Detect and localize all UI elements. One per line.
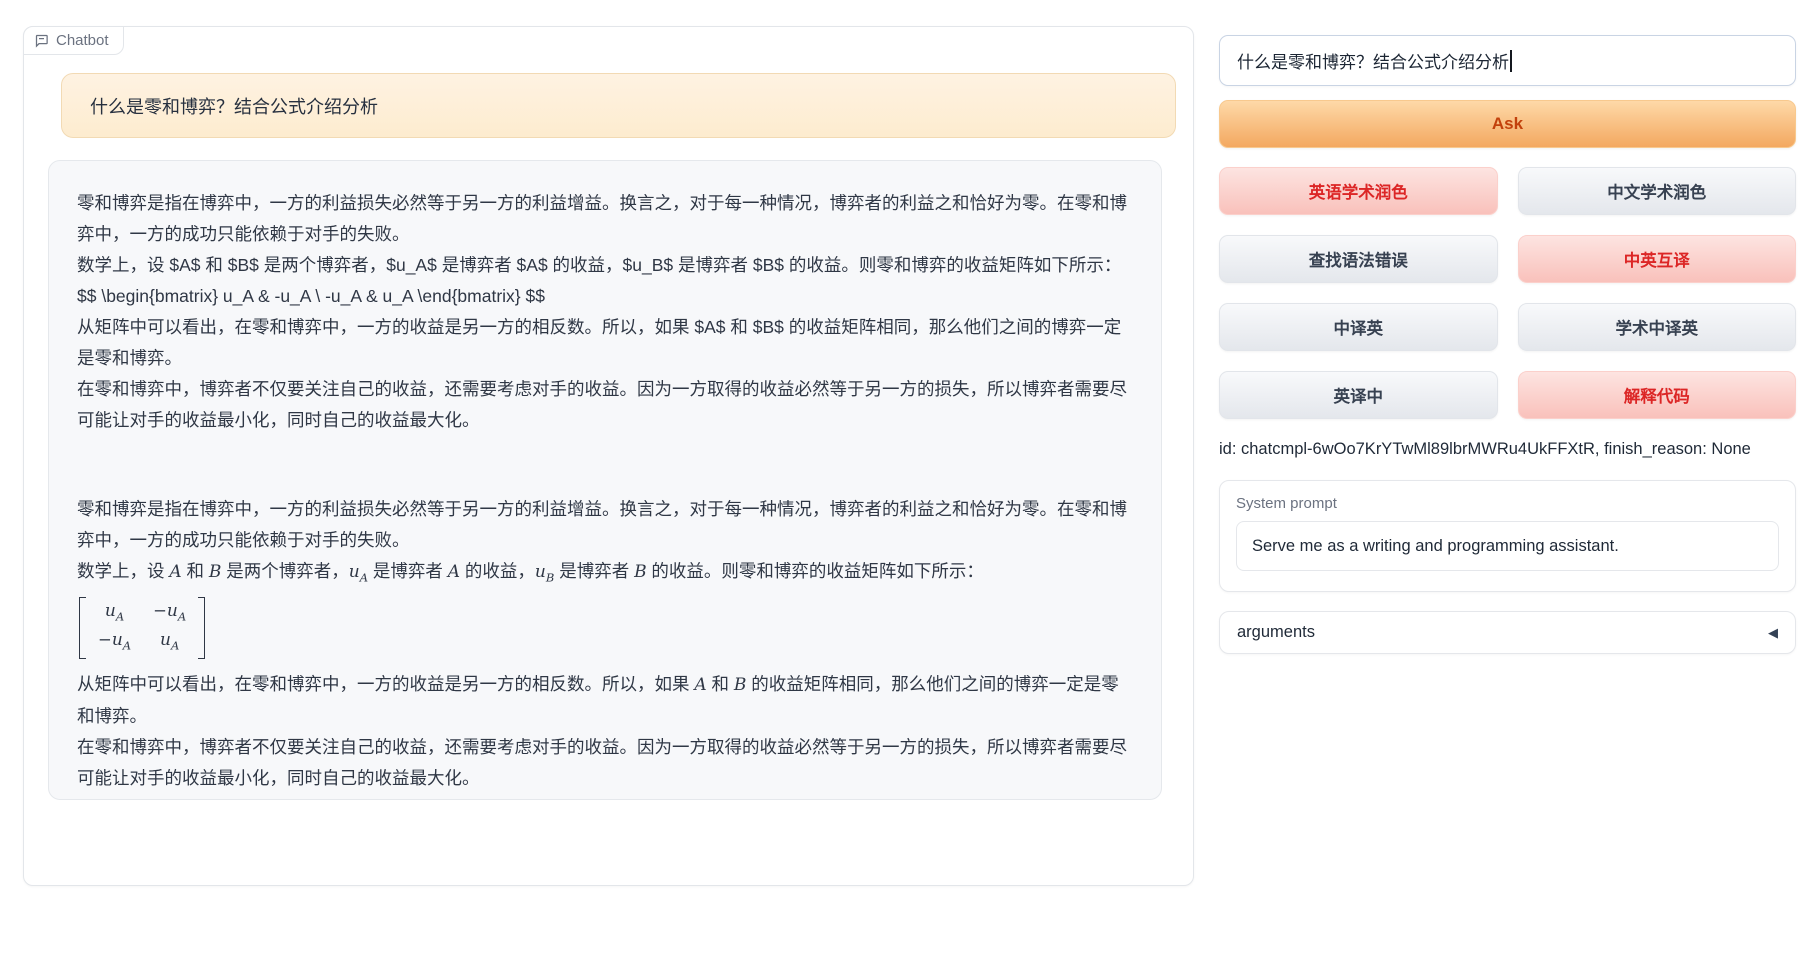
- bot-rendered-paragraph-5: 在零和博弈中，博弈者不仅要关注自己的收益，还需要考虑对手的收益。因为一方取得的收…: [77, 732, 1133, 794]
- page-title: ChatGPT 学术优化: [660, 0, 1260, 6]
- bot-rendered-paragraph-1: 零和博弈是指在博弈中，一方的利益损失必然等于另一方的利益增益。换言之，对于每一种…: [77, 494, 1133, 556]
- text-cursor: [1510, 50, 1512, 72]
- bot-rendered-math-sentence: 数学上，设 A 和 B 是两个博弈者，uA 是博弈者 A 的收益，uB 是博弈者…: [77, 556, 1133, 594]
- system-prompt-group: System prompt Serve me as a writing and …: [1219, 480, 1796, 592]
- ask-button[interactable]: Ask: [1219, 100, 1796, 148]
- matrix-cells: uA −uA −uA uA: [86, 597, 198, 660]
- matrix-right-bracket: [198, 597, 205, 660]
- chatbot-panel-label: Chatbot: [23, 26, 124, 55]
- button-chinese-academic-polish[interactable]: 中文学术润色: [1518, 167, 1797, 215]
- accordion-collapse-icon: ◀: [1768, 625, 1778, 641]
- quick-action-buttons: 英语学术润色 中文学术润色 查找语法错误 中英互译 中译英 学术中译英 英译中 …: [1219, 167, 1796, 419]
- bot-raw-paragraph-1: 零和博弈是指在博弈中，一方的利益损失必然等于另一方的利益增益。换言之，对于每一种…: [77, 188, 1133, 250]
- payoff-matrix: uA −uA −uA uA: [79, 597, 205, 660]
- bot-raw-latex-line: $$ \begin{bmatrix} u_A & -u_A \ -u_A & u…: [77, 281, 1133, 312]
- matrix-left-bracket: [79, 597, 86, 660]
- button-explain-code[interactable]: 解释代码: [1518, 371, 1797, 419]
- matrix-cell-21: −uA: [98, 628, 131, 657]
- bot-answer-raw: 零和博弈是指在博弈中，一方的利益损失必然等于另一方的利益增益。换言之，对于每一种…: [77, 188, 1133, 436]
- chatbot-panel: Chatbot 什么是零和博弈？结合公式介绍分析 零和博弈是指在博弈中，一方的利…: [23, 26, 1194, 886]
- system-prompt-value: Serve me as a writing and programming as…: [1252, 537, 1619, 556]
- bot-raw-paragraph-5: 在零和博弈中，博弈者不仅要关注自己的收益，还需要考虑对手的收益。因为一方取得的收…: [77, 374, 1133, 436]
- bot-answer-rendered: 零和博弈是指在博弈中，一方的利益损失必然等于另一方的利益增益。换言之，对于每一种…: [77, 494, 1133, 794]
- chat-bubble-icon: [34, 33, 49, 48]
- system-prompt-input[interactable]: Serve me as a writing and programming as…: [1236, 521, 1779, 571]
- matrix-cell-11: uA: [98, 599, 131, 628]
- bot-rendered-paragraph-4: 从矩阵中可以看出，在零和博弈中，一方的收益是另一方的相反数。所以，如果 A 和 …: [77, 669, 1133, 732]
- bot-raw-paragraph-4: 从矩阵中可以看出，在零和博弈中，一方的收益是另一方的相反数。所以，如果 $A$ …: [77, 312, 1133, 374]
- arguments-accordion[interactable]: arguments ◀: [1219, 611, 1796, 654]
- bot-message-bubble: 零和博弈是指在博弈中，一方的利益损失必然等于另一方的利益增益。换言之，对于每一种…: [48, 160, 1162, 800]
- response-status-line: id: chatcmpl-6wOo7KrYTwMl89lbrMWRu4UkFFX…: [1219, 440, 1796, 459]
- bot-raw-paragraph-2: 数学上，设 $A$ 和 $B$ 是两个博弈者，$u_A$ 是博弈者 $A$ 的收…: [77, 250, 1133, 281]
- matrix-cell-22: uA: [153, 628, 186, 657]
- user-message-bubble: 什么是零和博弈？结合公式介绍分析: [61, 73, 1176, 138]
- button-academic-chinese-to-english[interactable]: 学术中译英: [1518, 303, 1797, 351]
- chatbot-label-text: Chatbot: [56, 32, 109, 49]
- matrix-cell-12: −uA: [153, 599, 186, 628]
- button-english-to-chinese[interactable]: 英译中: [1219, 371, 1498, 419]
- arguments-accordion-label: arguments: [1237, 623, 1315, 642]
- question-input-value: 什么是零和博弈？结合公式介绍分析: [1237, 48, 1509, 73]
- button-chinese-english-mutual[interactable]: 中英互译: [1518, 235, 1797, 283]
- question-input[interactable]: 什么是零和博弈？结合公式介绍分析: [1219, 35, 1796, 86]
- answer-block-gap: [77, 436, 1133, 494]
- button-chinese-to-english[interactable]: 中译英: [1219, 303, 1498, 351]
- button-find-grammar-errors[interactable]: 查找语法错误: [1219, 235, 1498, 283]
- system-prompt-label: System prompt: [1236, 495, 1779, 512]
- user-message-text: 什么是零和博弈？结合公式介绍分析: [90, 93, 378, 119]
- button-english-academic-polish[interactable]: 英语学术润色: [1219, 167, 1498, 215]
